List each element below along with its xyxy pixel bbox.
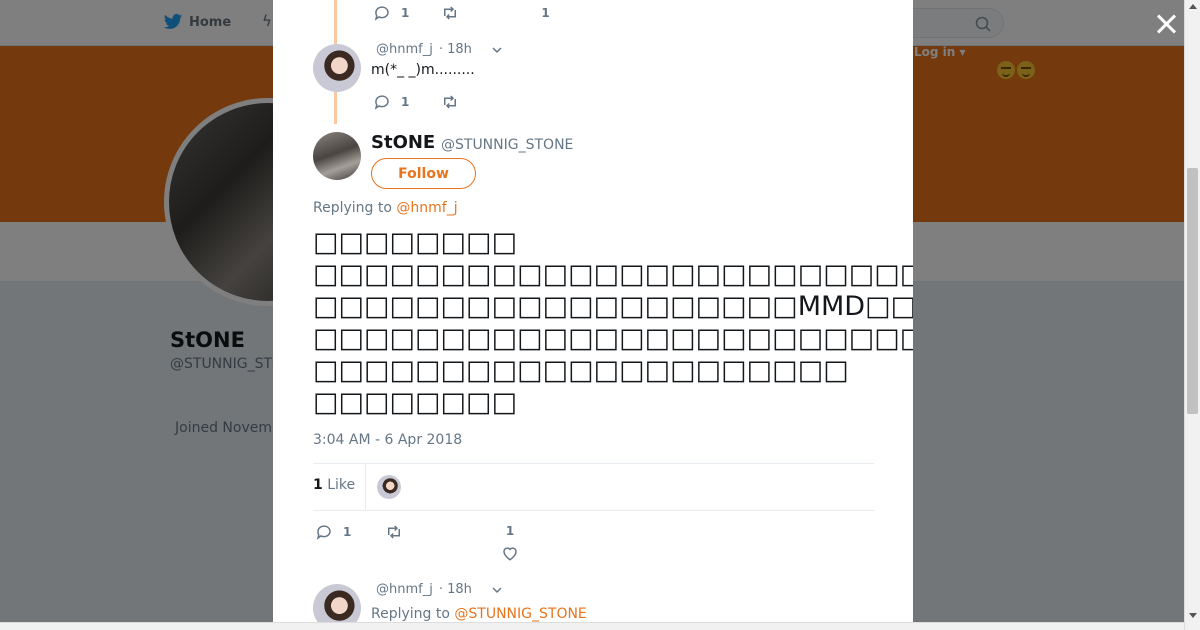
like-button[interactable]: 1: [501, 524, 519, 562]
like-count: 1: [505, 524, 515, 538]
retweet-button[interactable]: [441, 4, 459, 22]
avatar[interactable]: [313, 44, 361, 92]
replying-to-link[interactable]: @hnmf_j: [396, 200, 457, 216]
tweet-handle[interactable]: @hnmf_j: [376, 42, 433, 57]
reply-icon: [374, 95, 389, 110]
vertical-scrollbar[interactable]: [1184, 0, 1200, 630]
tweet-stats: 1 Like: [313, 463, 874, 511]
replying-prefix: Replying to: [313, 200, 397, 216]
tweet-meta: @hnmf_j · 18h: [376, 42, 502, 57]
stats-divider: [365, 464, 366, 510]
like-count-top[interactable]: 1: [541, 6, 549, 20]
replying-to: Replying to @hnmf_j: [313, 200, 458, 216]
reply-icon: [374, 6, 389, 21]
tweet-line: □□□□□□□□□□□□□□□□□□□□□□□□□□□□□□□: [313, 323, 913, 354]
tweet-actions: 1: [373, 93, 459, 111]
tweet-line: □□□□□□□□: [313, 387, 518, 418]
scroll-down-arrow-icon[interactable]: [1189, 613, 1197, 618]
horizontal-scrollbar[interactable]: [0, 622, 1184, 630]
tweet-text: m(*_ _)m.........: [371, 62, 475, 78]
likes-stat[interactable]: 1 Like: [313, 477, 355, 493]
tweet-modal: 1 1 @hnmf_j · 18h m(*_ _)m......... 1 St…: [273, 0, 913, 630]
tweet-line: □□□□□□□□: [313, 227, 518, 258]
tweet-time[interactable]: · 18h: [439, 42, 472, 57]
retweet-button[interactable]: [385, 523, 403, 541]
reply-icon: [316, 525, 331, 540]
tweet-actions: 1 1: [373, 4, 550, 22]
chevron-down-icon[interactable]: [492, 45, 502, 55]
follow-button[interactable]: Follow: [371, 158, 476, 189]
tweet-handle[interactable]: @hnmf_j: [376, 582, 433, 597]
author-avatar[interactable]: [313, 132, 361, 180]
tweet-meta: @hnmf_j · 18h: [376, 582, 502, 597]
heart-icon: [503, 547, 517, 561]
replying-prefix: Replying to: [371, 606, 455, 622]
tweet-line: □□□□□□□□□□□□□□□□□□□□□: [313, 355, 849, 386]
like-count: 1: [541, 6, 550, 20]
reply-count: 1: [401, 95, 410, 109]
tweet-line: □□□□□□□□□□□□□□□□□□□MMD□□□□□□□□□□□□□□□□□□…: [313, 291, 913, 322]
tweet-body: □□□□□□□□ □□□□□□□□□□□□□□□□□□□□□□□□ □□□□□□□…: [313, 227, 913, 419]
reply-button[interactable]: 1: [373, 4, 409, 22]
scroll-up-arrow-icon[interactable]: [1189, 4, 1197, 9]
reply-button[interactable]: 1: [315, 523, 351, 541]
tweet-line: □□□□□□□□□□□□□□□□□□□□□□□□□□□□□□□□□□□□□□□□…: [313, 259, 913, 290]
retweet-button[interactable]: [441, 93, 459, 111]
thread-connector: [334, 0, 337, 44]
tweet-time[interactable]: · 18h: [439, 582, 472, 597]
retweet-icon: [388, 525, 401, 539]
likes-count: 1: [313, 477, 323, 493]
reply-count: 1: [343, 525, 352, 539]
tweet-actions: 1: [315, 523, 403, 541]
thread-connector: [334, 92, 337, 124]
retweet-icon: [444, 6, 457, 20]
author-handle[interactable]: @STUNNIG_STONE: [441, 137, 573, 153]
reply-button[interactable]: 1: [373, 93, 409, 111]
reply-count: 1: [401, 6, 410, 20]
close-modal-button[interactable]: [1154, 12, 1178, 36]
liker-avatar[interactable]: [377, 475, 401, 499]
replying-to-link[interactable]: @STUNNIG_STONE: [454, 606, 586, 622]
retweet-icon: [444, 95, 457, 109]
likes-label: Like: [327, 477, 356, 493]
replying-to: Replying to @STUNNIG_STONE: [371, 606, 587, 622]
chevron-down-icon[interactable]: [492, 585, 502, 595]
author-name[interactable]: StONE: [371, 132, 435, 153]
scrollbar-thumb[interactable]: [1187, 168, 1198, 414]
tweet-timestamp[interactable]: 3:04 AM - 6 Apr 2018: [313, 432, 462, 448]
